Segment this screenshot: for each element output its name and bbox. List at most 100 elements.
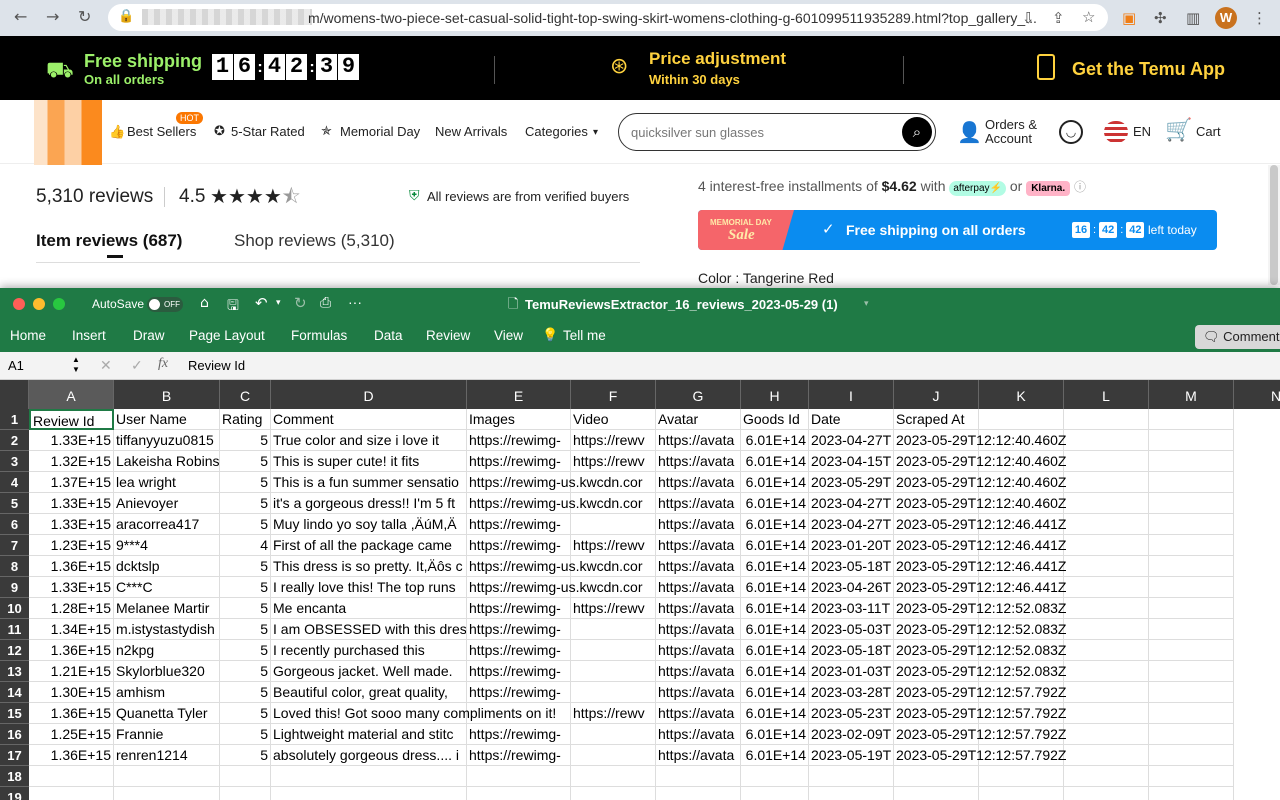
data-cell[interactable]: 4 xyxy=(220,535,271,556)
data-cell[interactable]: Beautiful color, great quality, xyxy=(271,682,467,703)
column-header-L[interactable]: L xyxy=(1064,380,1149,409)
data-cell[interactable] xyxy=(1149,556,1234,577)
data-cell[interactable]: Me encanta xyxy=(271,598,467,619)
user-icon[interactable]: 👤 xyxy=(957,120,982,144)
data-cell[interactable] xyxy=(271,787,467,800)
data-cell[interactable]: 2023-04-27T xyxy=(809,430,894,451)
data-cell[interactable]: 5 xyxy=(220,619,271,640)
title-chevron-icon[interactable]: ▾ xyxy=(864,298,869,309)
data-cell[interactable] xyxy=(1149,619,1234,640)
data-cell[interactable] xyxy=(1149,472,1234,493)
data-cell[interactable]: 1.23E+15 xyxy=(29,535,114,556)
row-header[interactable]: 7 xyxy=(0,535,29,556)
data-cell[interactable]: 1.36E+15 xyxy=(29,640,114,661)
data-cell[interactable] xyxy=(271,766,467,787)
data-cell[interactable]: https://rewimg- xyxy=(467,598,571,619)
data-cell[interactable] xyxy=(1064,556,1149,577)
data-cell[interactable]: First of all the package came xyxy=(271,535,467,556)
data-cell[interactable]: 5 xyxy=(220,472,271,493)
data-cell[interactable]: https://rewimg-us.kwcdn.cor xyxy=(467,472,643,493)
row-header[interactable]: 16 xyxy=(0,724,29,745)
data-cell[interactable]: 6.01E+14 xyxy=(741,430,809,451)
data-cell[interactable] xyxy=(1149,661,1234,682)
profile-avatar[interactable]: W xyxy=(1215,7,1237,29)
extensions-puzzle-icon[interactable]: ✣ xyxy=(1154,9,1167,27)
page-scrollbar[interactable] xyxy=(1268,165,1280,285)
data-cell[interactable]: renren1214 xyxy=(114,745,220,766)
data-cell[interactable]: True color and size i love it xyxy=(271,430,467,451)
data-cell[interactable]: https://rewimg- xyxy=(467,745,571,766)
data-cell[interactable]: 1.33E+15 xyxy=(29,430,114,451)
data-cell[interactable]: https://avata xyxy=(656,577,741,598)
data-cell[interactable]: 6.01E+14 xyxy=(741,535,809,556)
header-cell[interactable]: Scraped At xyxy=(894,409,979,430)
data-cell[interactable] xyxy=(114,787,220,800)
data-cell[interactable]: 5 xyxy=(220,556,271,577)
data-cell[interactable]: Lightweight material and stitc xyxy=(271,724,467,745)
data-cell[interactable]: 9***4 xyxy=(114,535,220,556)
data-cell[interactable]: 1.32E+15 xyxy=(29,451,114,472)
install-icon[interactable]: ⇩ xyxy=(1022,9,1035,27)
data-cell[interactable]: Muy lindo yo soy talla ,ÄúM,Ä xyxy=(271,514,467,535)
data-cell[interactable] xyxy=(809,766,894,787)
back-icon[interactable]: ← xyxy=(14,8,27,26)
data-cell[interactable] xyxy=(1064,661,1149,682)
column-header-F[interactable]: F xyxy=(571,380,656,409)
column-header-J[interactable]: J xyxy=(894,380,979,409)
data-cell[interactable]: 2023-05-18T xyxy=(809,556,894,577)
data-cell[interactable]: https://rewimg- xyxy=(467,640,571,661)
data-cell[interactable] xyxy=(220,787,271,800)
data-cell[interactable] xyxy=(220,766,271,787)
data-cell[interactable]: https://avata xyxy=(656,451,741,472)
data-cell[interactable]: 6.01E+14 xyxy=(741,451,809,472)
data-cell[interactable]: 2023-05-29T12:12:46.441Z xyxy=(894,556,1066,577)
data-cell[interactable]: Gorgeous jacket. Well made. xyxy=(271,661,467,682)
data-cell[interactable]: 5 xyxy=(220,598,271,619)
data-cell[interactable]: 2023-05-29T12:12:57.792Z xyxy=(894,745,1066,766)
data-cell[interactable]: I really love this! The top runs xyxy=(271,577,467,598)
data-cell[interactable] xyxy=(1064,745,1149,766)
data-cell[interactable]: 1.36E+15 xyxy=(29,556,114,577)
nav-five-star[interactable]: 5-Star Rated xyxy=(231,124,305,139)
data-cell[interactable]: 2023-05-29T12:12:52.083Z xyxy=(894,598,1066,619)
row-header[interactable]: 6 xyxy=(0,514,29,535)
column-header-M[interactable]: M xyxy=(1149,380,1234,409)
data-cell[interactable] xyxy=(1149,598,1234,619)
column-header-E[interactable]: E xyxy=(467,380,571,409)
minimize-window-button[interactable] xyxy=(33,298,45,310)
data-cell[interactable]: https://rewimg- xyxy=(467,724,571,745)
menu-kebab-icon[interactable]: ⋮ xyxy=(1252,9,1267,27)
data-cell[interactable] xyxy=(29,787,114,800)
data-cell[interactable]: 2023-05-29T12:12:57.792Z xyxy=(894,682,1066,703)
header-cell[interactable]: Rating xyxy=(220,409,271,430)
tab-insert[interactable]: Insert xyxy=(72,328,106,343)
data-cell[interactable]: 1.33E+15 xyxy=(29,577,114,598)
nav-memorial-day[interactable]: Memorial Day xyxy=(340,124,420,139)
data-cell[interactable]: 2023-05-29T xyxy=(809,472,894,493)
select-all-corner[interactable] xyxy=(0,380,29,409)
get-app-link[interactable]: Get the Temu App xyxy=(1072,59,1225,80)
data-cell[interactable] xyxy=(1064,724,1149,745)
data-cell[interactable]: 2023-05-29T12:12:52.083Z xyxy=(894,661,1066,682)
spreadsheet-grid[interactable]: ABCDEFGHIJKLMN 1 Review Id User Name Rating… xyxy=(0,380,1280,800)
data-cell[interactable] xyxy=(571,682,656,703)
tab-data[interactable]: Data xyxy=(374,328,403,343)
data-cell[interactable] xyxy=(571,619,656,640)
header-cell[interactable] xyxy=(1064,409,1149,430)
data-cell[interactable]: 2023-04-27T xyxy=(809,493,894,514)
data-cell[interactable]: 1.30E+15 xyxy=(29,682,114,703)
data-cell[interactable] xyxy=(1149,682,1234,703)
data-cell[interactable]: 5 xyxy=(220,577,271,598)
data-cell[interactable]: 2023-05-23T xyxy=(809,703,894,724)
data-cell[interactable] xyxy=(1149,787,1234,800)
data-cell[interactable]: 2023-02-09T xyxy=(809,724,894,745)
data-cell[interactable]: 2023-05-29T12:12:40.460Z xyxy=(894,451,1066,472)
data-cell[interactable] xyxy=(1064,703,1149,724)
data-cell[interactable] xyxy=(1149,640,1234,661)
data-cell[interactable]: 2023-05-29T12:12:46.441Z xyxy=(894,577,1066,598)
row-header[interactable]: 4 xyxy=(0,472,29,493)
data-cell[interactable]: https://avata xyxy=(656,493,741,514)
formula-input[interactable]: Review Id xyxy=(188,358,245,373)
sidepanel-icon[interactable]: ▥ xyxy=(1186,9,1200,27)
column-header-A[interactable]: A xyxy=(29,380,114,409)
